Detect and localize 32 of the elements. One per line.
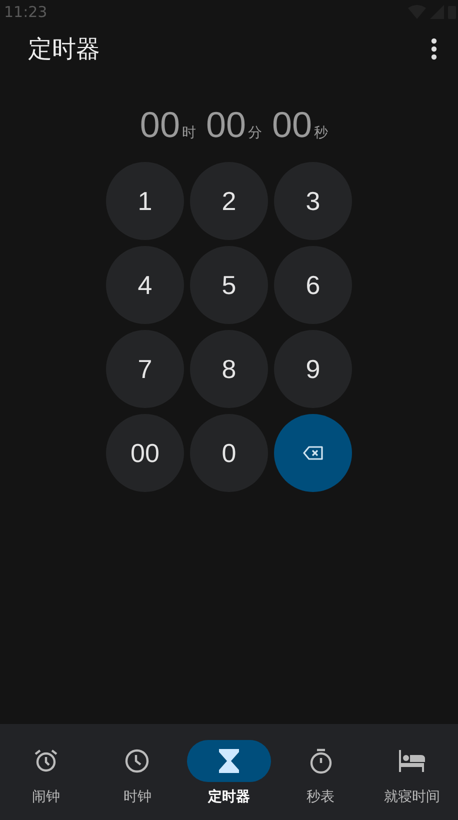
digit-key[interactable]: 5 [190,246,268,324]
nav-label: 闹钟 [32,788,60,806]
digit-key[interactable]: 8 [190,330,268,408]
digit-key[interactable]: 7 [106,330,184,408]
hourglass-icon [218,749,240,773]
digit-key[interactable]: 1 [106,162,184,240]
nav-label: 时钟 [123,788,152,806]
timer-unit: 分 [248,124,262,142]
bed-icon [398,750,426,772]
timer-value: 00 [272,104,312,146]
timer-unit: 时 [182,124,196,142]
nav-tab[interactable] [186,740,271,782]
more-menu-icon[interactable] [430,38,438,60]
backspace-icon [303,446,323,460]
timer-value: 00 [140,104,180,146]
app-title: 定时器 [28,34,100,65]
digit-key[interactable]: 0 [190,414,268,492]
status-time: 11:23 [4,3,48,21]
digit-key[interactable]: 3 [274,162,352,240]
alarm-clock-icon [32,748,59,774]
digit-key[interactable]: 00 [106,414,184,492]
nav-label: 秒表 [306,788,335,806]
digit-key[interactable]: 4 [106,246,184,324]
clock-icon [124,748,150,774]
timer-unit: 秒 [314,124,328,142]
timer-value: 00 [206,104,246,146]
nav-label: 就寝时间 [384,788,440,806]
digit-key[interactable]: 2 [190,162,268,240]
stopwatch-icon [308,748,333,774]
digit-key[interactable]: 6 [274,246,352,324]
nav-label: 定时器 [208,788,250,806]
digit-key[interactable]: 9 [274,330,352,408]
